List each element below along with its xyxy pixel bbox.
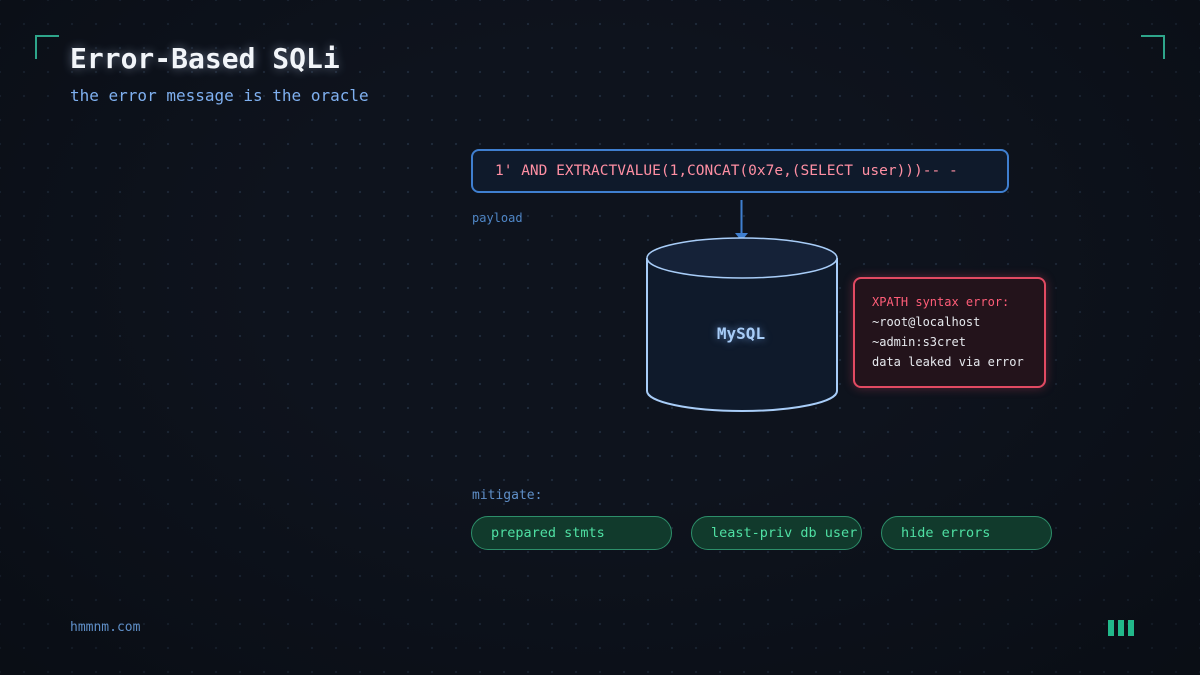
mitigation-pill-least-priv: least-priv db user [691, 516, 862, 550]
error-message-box: XPATH syntax error: ~root@localhost ~adm… [853, 277, 1046, 388]
database-label: MySQL [716, 324, 766, 343]
error-line-credentials: ~admin:s3cret [872, 335, 966, 349]
brand-bar [1108, 620, 1114, 636]
mitigate-label: mitigate: [472, 488, 543, 503]
footer-site: hmmnm.com [70, 620, 141, 635]
error-line-note: data leaked via error [872, 355, 1024, 369]
error-line-heading: XPATH syntax error: [872, 295, 1010, 309]
brand-bar [1128, 620, 1134, 636]
brand-bars-icon [1108, 620, 1134, 636]
payload-arrow-icon [735, 200, 748, 241]
brand-bar [1118, 620, 1124, 636]
mitigation-pill-prepared-stmts: prepared stmts [471, 516, 672, 550]
mitigation-pill-hide-errors: hide errors [881, 516, 1052, 550]
error-line-user: ~root@localhost [872, 315, 981, 329]
